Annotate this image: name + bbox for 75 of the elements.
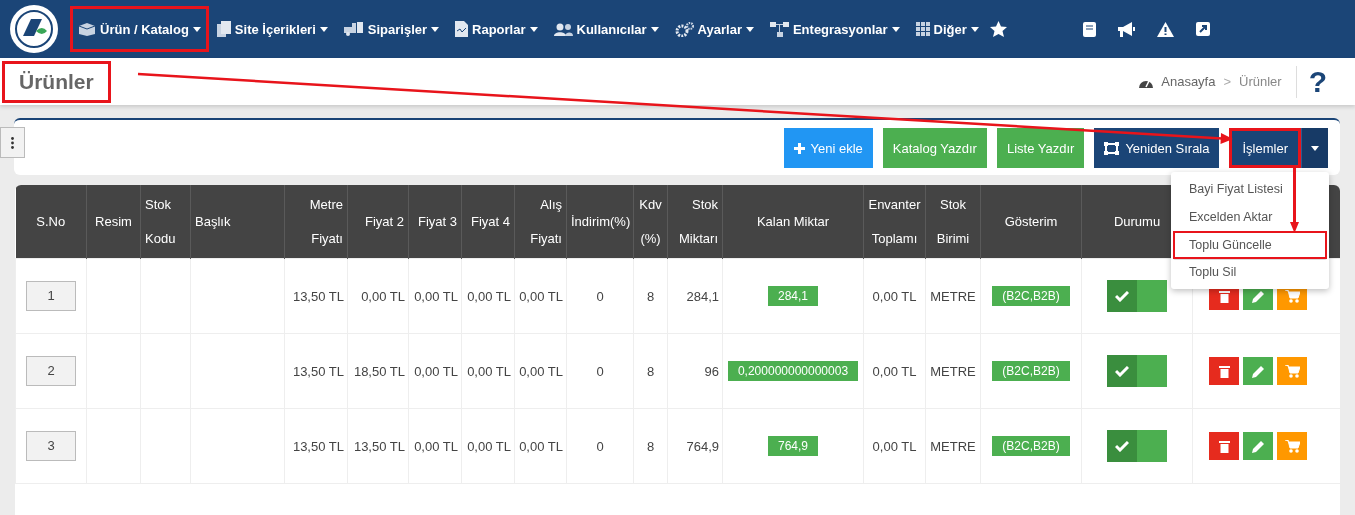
column-header: İndirim(%) [571, 213, 631, 229]
table-cell: 0 [596, 288, 604, 304]
row-number-button[interactable]: 2 [26, 356, 76, 386]
channel-badge: (B2C,B2B) [992, 286, 1070, 306]
column-header: Stok Miktarı [679, 196, 718, 246]
column-header: Metre Fiyatı [309, 196, 343, 246]
table-cell: 0,00 TL [872, 438, 917, 454]
table-cell: METRE [930, 438, 976, 454]
nav-menu-item[interactable]: Ayarlar [666, 6, 762, 52]
table-cell: 0,00 TL [872, 288, 917, 304]
actions-button[interactable]: İşlemler [1229, 128, 1301, 168]
column-header: Fiyat 4 [471, 213, 510, 229]
table-cell: 0,00 TL [467, 363, 511, 379]
table-cell: 0,00 TL [872, 363, 917, 379]
table-cell: 13,50 TL [353, 438, 405, 454]
column-header: Resim [95, 213, 132, 229]
column-header: Stok Birimi [936, 196, 970, 246]
table-cell: 0 [596, 363, 604, 379]
table-cell: 0 [596, 438, 604, 454]
table-cell: 8 [646, 363, 655, 379]
nav-menu-item[interactable]: Kullanıcılar [545, 6, 667, 52]
nav-menu-item[interactable]: Diğer [907, 6, 987, 52]
menu-item[interactable]: Excelden Aktar [1173, 203, 1327, 231]
column-header: Fiyat 2 [365, 213, 404, 229]
menu-item[interactable]: Toplu Sil [1173, 259, 1327, 286]
table-cell: 764,9 [686, 438, 719, 454]
column-header: Alış Fiyatı [530, 196, 562, 246]
table-cell: 0,00 TL [519, 438, 563, 454]
table-cell: 8 [646, 288, 655, 304]
table-cell: 13,50 TL [292, 363, 344, 379]
table-cell: 0,00 TL [414, 438, 458, 454]
nav-menu-item[interactable]: Raporlar [447, 6, 546, 52]
table-cell: 0,00 TL [361, 288, 405, 304]
reorder-button[interactable]: Yeniden Sırala [1094, 128, 1220, 168]
column-header: Durumu [1113, 213, 1161, 229]
menu-item[interactable]: Toplu Güncelle [1173, 231, 1327, 259]
column-header: Başlık [195, 213, 231, 229]
channel-badge: (B2C,B2B) [992, 361, 1070, 381]
column-header: Envanter Toplamı [868, 196, 921, 246]
breadcrumb-link[interactable]: Anasayfa [1161, 74, 1216, 89]
table-cell: 0,00 TL [414, 288, 458, 304]
table-cell: 8 [646, 438, 655, 454]
table-cell: METRE [930, 363, 976, 379]
table-cell: 0,00 TL [467, 288, 511, 304]
table-cell: 0,00 TL [519, 363, 563, 379]
table-cell: 13,50 TL [292, 288, 344, 304]
page-title: Ürünler [2, 60, 111, 103]
menu-item[interactable]: Bayi Fiyat Listesi [1173, 175, 1327, 203]
column-header: Fiyat 3 [418, 213, 457, 229]
quantity-badge: 0,200000000000003 [727, 361, 859, 381]
nav-menu-item[interactable]: Ürün / Katalog [70, 6, 209, 52]
nav-menu-item[interactable]: Siparişler [335, 6, 448, 52]
nav-menu-item[interactable]: Entegrasyonlar [761, 6, 908, 52]
table-cell: 284,1 [686, 288, 719, 304]
column-header: Kalan Miktar [756, 213, 830, 229]
help-button[interactable]: ? [1308, 64, 1327, 99]
table-cell: 18,50 TL [353, 363, 405, 379]
quantity-badge: 764,9 [768, 436, 818, 456]
column-header: S.No [36, 213, 66, 229]
column-header: Stok Kodu [145, 196, 176, 246]
table-cell: 0,00 TL [414, 363, 458, 379]
row-number-button[interactable]: 1 [26, 281, 76, 311]
table-cell: 0,00 TL [519, 288, 563, 304]
channel-badge: (B2C,B2B) [992, 436, 1070, 456]
breadcrumb-current: Ürünler [1239, 74, 1282, 89]
quantity-badge: 284,1 [768, 286, 818, 306]
column-header: Gösterim [1004, 213, 1058, 229]
nav-menu-item[interactable]: Site İçerikleri [208, 6, 336, 52]
row-number-button[interactable]: 3 [26, 431, 76, 461]
table-cell: 0,00 TL [467, 438, 511, 454]
column-header: Kdv (%) [639, 196, 662, 246]
table-cell: METRE [930, 288, 976, 304]
breadcrumb-separator: > [1223, 74, 1232, 89]
table-cell: 96 [704, 363, 719, 379]
table-cell: 13,50 TL [292, 438, 344, 454]
